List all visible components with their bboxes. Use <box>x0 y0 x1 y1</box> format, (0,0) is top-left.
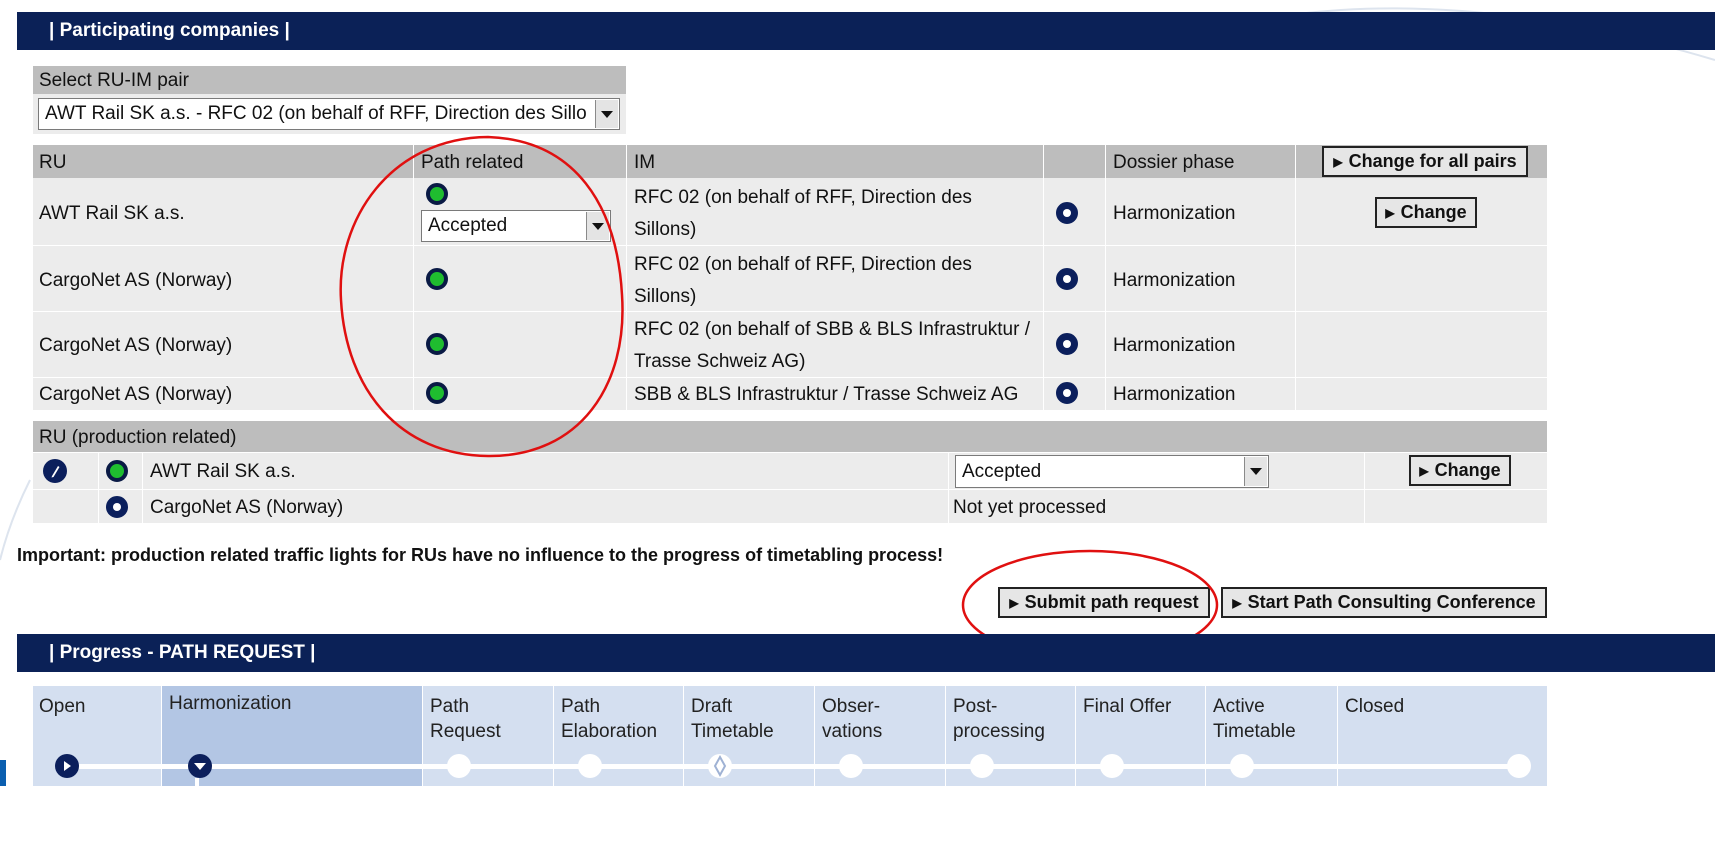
progress-title: | Progress - PATH REQUEST | <box>49 642 316 663</box>
progress-step-final-offer: Final Offer <box>1083 696 1172 717</box>
timeline-line <box>60 764 1522 769</box>
progress-step-observations: Obser-vations <box>822 696 883 742</box>
progress-step-active-timetable: Active Timetable <box>1213 696 1296 742</box>
play-icon <box>55 754 79 778</box>
progress-header: | Progress - PATH REQUEST | <box>17 634 1715 672</box>
progress-node <box>578 754 602 778</box>
annotation-circle-path-related <box>339 135 624 458</box>
progress-step-path-elaboration: Path Elaboration <box>561 696 658 742</box>
progress-node <box>1100 754 1124 778</box>
progress-node <box>447 754 471 778</box>
progress-node <box>970 754 994 778</box>
chevron-down-icon <box>188 754 212 778</box>
progress-node <box>839 754 863 778</box>
progress-step-post-processing: Post-processing <box>953 696 1045 742</box>
progress-step-open: Open <box>39 696 86 717</box>
left-edge-marker <box>0 760 6 786</box>
progress-node-diamond <box>708 754 732 778</box>
progress-step-draft-timetable: Draft Timetable <box>691 696 774 742</box>
current-step-marker <box>195 778 199 788</box>
progress-node <box>1230 754 1254 778</box>
progress-node <box>1507 754 1531 778</box>
progress-step-path-request: Path Request <box>430 696 501 742</box>
progress-step-closed: Closed <box>1345 696 1405 717</box>
